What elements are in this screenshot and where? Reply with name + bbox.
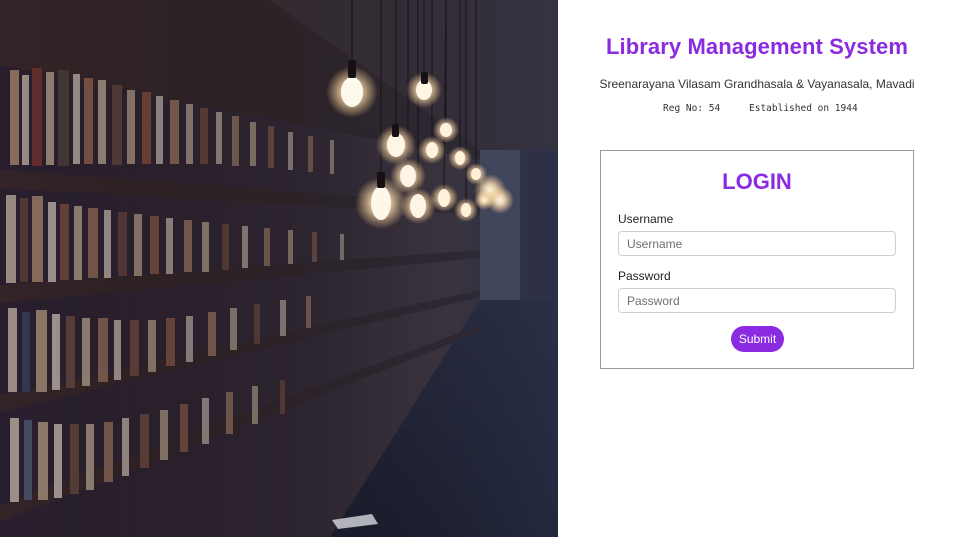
library-name: Sreenarayana Vilasam Grandhasala & Vayan… <box>599 77 915 91</box>
username-input[interactable] <box>618 231 896 256</box>
username-label: Username <box>618 212 674 226</box>
submit-button[interactable]: Submit <box>731 326 784 352</box>
password-label: Password <box>618 269 671 283</box>
login-form: LOGIN Username Password Submit <box>600 150 914 369</box>
app-title: Library Management System <box>605 34 909 59</box>
established-year: Established on 1944 <box>749 103 858 114</box>
registration-number: Reg No: 54 <box>663 103 721 114</box>
library-hero-image <box>0 0 558 537</box>
login-page: Library Management System Sreenarayana V… <box>0 0 956 537</box>
login-heading: LOGIN <box>722 169 792 194</box>
right-panel: Library Management System Sreenarayana V… <box>558 0 956 537</box>
password-input[interactable] <box>618 288 896 313</box>
